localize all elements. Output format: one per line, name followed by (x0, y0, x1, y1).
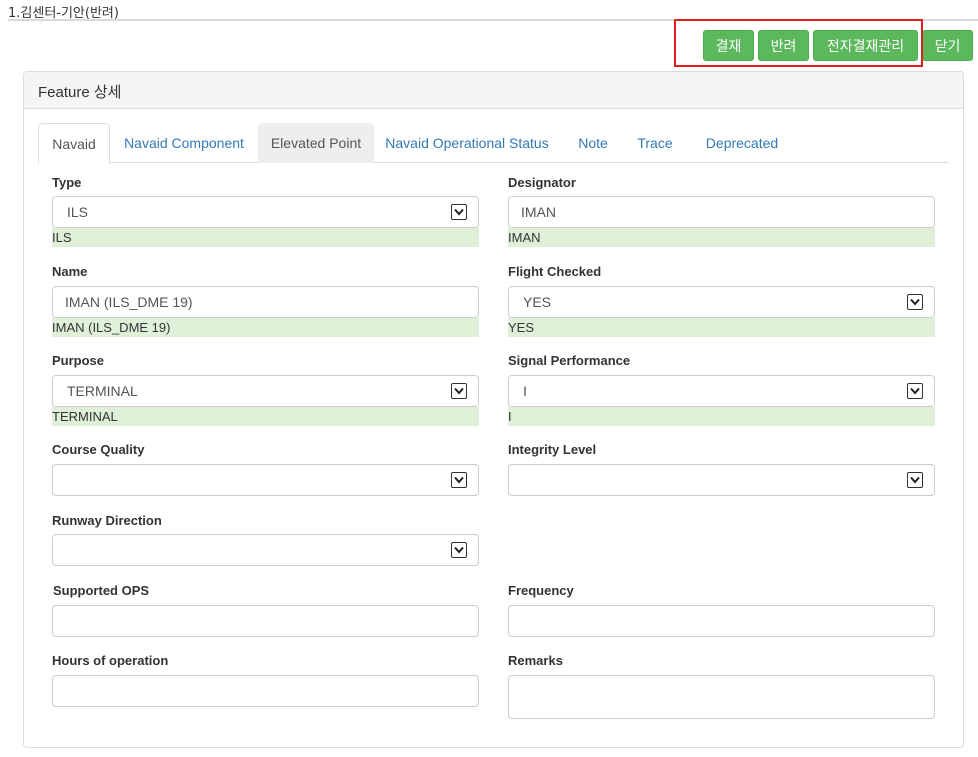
feature-detail-panel: Feature 상세 Navaid Navaid Component Eleva… (23, 71, 964, 748)
type-select[interactable]: ILS (52, 196, 479, 228)
purpose-saved-value: TERMINAL (52, 407, 479, 426)
panel-heading: Feature 상세 (24, 72, 963, 109)
signal-performance-select[interactable]: I (508, 375, 935, 407)
e-approval-manage-button[interactable]: 전자결재관리 (813, 30, 918, 61)
signal-performance-value: I (523, 383, 527, 399)
designator-input[interactable]: IMAN (508, 196, 935, 228)
type-label: Type (52, 175, 82, 190)
name-label: Name (52, 264, 88, 279)
signal-performance-label: Signal Performance (508, 353, 631, 368)
supported-ops-label: Supported OPS (53, 583, 150, 598)
runway-direction-select[interactable] (52, 534, 479, 566)
tab-elevated-point[interactable]: Elevated Point (258, 123, 374, 163)
tab-deprecated[interactable]: Deprecated (696, 123, 788, 163)
name-saved-value: IMAN (ILS_DME 19) (52, 318, 479, 337)
flight-checked-saved-value: YES (508, 318, 935, 337)
feature-tabs: Navaid Navaid Component Elevated Point N… (38, 123, 949, 164)
chevron-down-icon (451, 204, 467, 220)
integrity-level-select[interactable] (508, 464, 935, 496)
designator-label: Designator (508, 175, 576, 190)
chevron-down-icon (907, 383, 923, 399)
frequency-label: Frequency (508, 583, 574, 598)
tab-trace[interactable]: Trace (630, 123, 680, 163)
tab-navaid[interactable]: Navaid (38, 123, 110, 164)
purpose-label: Purpose (52, 353, 105, 368)
hours-of-operation-input[interactable] (52, 675, 479, 707)
flight-checked-value: YES (523, 294, 552, 310)
flight-checked-select[interactable]: YES (508, 286, 935, 318)
course-quality-label: Course Quality (52, 442, 145, 457)
course-quality-select[interactable] (52, 464, 479, 496)
remarks-label: Remarks (508, 653, 563, 668)
designator-saved-value: IMAN (508, 228, 935, 247)
flight-checked-label: Flight Checked (508, 264, 602, 279)
runway-direction-label: Runway Direction (52, 513, 162, 528)
chevron-down-icon (451, 472, 467, 488)
designator-input-value: IMAN (521, 204, 556, 220)
name-input-value: IMAN (ILS_DME 19) (65, 294, 193, 310)
supported-ops-input[interactable] (52, 605, 479, 637)
name-input[interactable]: IMAN (ILS_DME 19) (52, 286, 479, 318)
remarks-textarea[interactable] (508, 675, 935, 719)
signal-performance-saved-value: I (508, 407, 935, 426)
type-select-value: ILS (67, 204, 89, 220)
title-divider (8, 19, 978, 21)
tab-navaid-operational-status[interactable]: Navaid Operational Status (380, 123, 554, 163)
purpose-select[interactable]: TERMINAL (52, 375, 479, 407)
chevron-down-icon (451, 383, 467, 399)
reject-button[interactable]: 반려 (758, 30, 809, 61)
close-button[interactable]: 닫기 (922, 30, 973, 61)
chevron-down-icon (907, 294, 923, 310)
integrity-level-label: Integrity Level (508, 442, 597, 457)
purpose-value: TERMINAL (67, 383, 138, 399)
tab-navaid-component[interactable]: Navaid Component (114, 123, 254, 163)
approve-button[interactable]: 결재 (703, 30, 754, 61)
type-saved-value: ILS (52, 228, 479, 247)
hours-of-operation-label: Hours of operation (52, 653, 169, 668)
chevron-down-icon (907, 472, 923, 488)
chevron-down-icon (451, 542, 467, 558)
frequency-input[interactable] (508, 605, 935, 637)
tab-note[interactable]: Note (568, 123, 618, 163)
